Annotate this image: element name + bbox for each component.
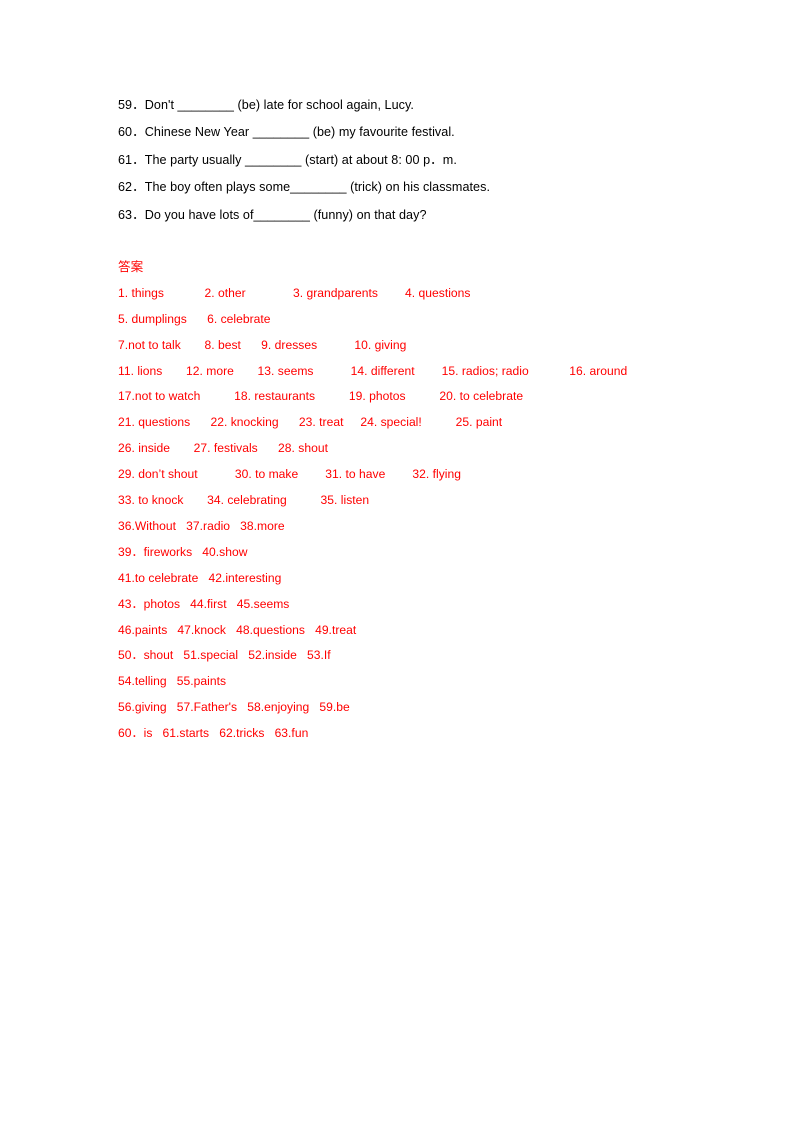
answer-line: 21. questions 22. knocking 23. treat 24.…	[118, 415, 503, 430]
answer-key-heading: 答案	[118, 260, 144, 274]
answer-line: 1. things 2. other 3. grandparents 4. qu…	[118, 285, 471, 300]
answer-line: 26. inside 27. festivals 28. shout	[118, 441, 328, 456]
answer-line: 33. to knock 34. celebrating 35. listen	[118, 493, 370, 508]
answer-line: 60．is 61.starts 62.tricks 63.fun	[118, 726, 309, 741]
question-line: 59．Don't ________ (be) late for school a…	[118, 98, 414, 112]
answer-line: 7.not to talk 8. best 9. dresses 10. giv…	[118, 337, 407, 352]
answer-line: 11. lions 12. more 13. seems 14. differe…	[118, 363, 628, 378]
answer-line: 46.paints 47.knock 48.questions 49.treat	[118, 622, 357, 637]
questions-section: 59．Don't ________ (be) late for school a…	[118, 92, 718, 229]
question-line: 61．The party usually ________ (start) at…	[118, 152, 457, 167]
document-page: 59．Don't ________ (be) late for school a…	[0, 0, 794, 1123]
answer-line: 54.telling 55.paints	[118, 674, 227, 689]
answer-line: 56.giving 57.Father's 58.enjoying 59.be	[118, 700, 350, 715]
answer-line: 29. don’t shout 30. to make 31. to have …	[118, 467, 461, 482]
answer-line: 43．photos 44.first 45.seems	[118, 596, 290, 611]
question-line: 62．The boy often plays some________ (tri…	[118, 180, 491, 195]
answer-line: 17.not to watch 18. restaurants 19. phot…	[118, 389, 524, 404]
question-line: 60．Chinese New Year ________ (be) my fav…	[118, 125, 455, 140]
answer-key-section: 答案 1. things 2. other 3. grandparents 4.…	[118, 255, 698, 747]
answer-line: 39．fireworks 40.show	[118, 544, 248, 559]
question-line: 63．Do you have lots of________ (funny) o…	[118, 207, 427, 222]
answer-line: 36.Without 37.radio 38.more	[118, 518, 285, 533]
answer-line: 41.to celebrate 42.interesting	[118, 570, 282, 585]
answer-line: 5. dumplings 6. celebrate	[118, 311, 271, 326]
answer-line: 50．shout 51.special 52.inside 53.If	[118, 648, 331, 663]
